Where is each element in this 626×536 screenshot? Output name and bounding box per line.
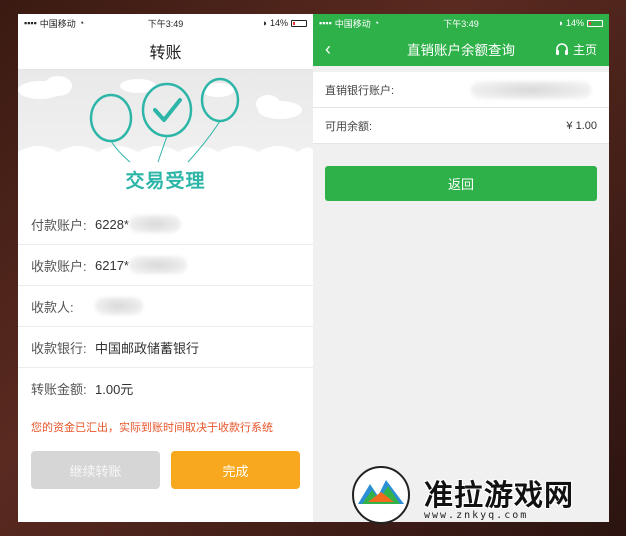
watermark-url: www.znkyq.com [424, 510, 529, 521]
watermark-logo [352, 466, 410, 524]
direct-bank-account-row: 直销银行账户: [313, 72, 609, 108]
home-button[interactable]: 主页 [555, 41, 597, 58]
header-bar: ▪▪▪▪ 中国移动 ◔ 下午3:49 ◑ 14% ‹ 直销账户余额查询 主页 [313, 14, 609, 66]
battery-percent: 14% [565, 18, 584, 28]
wifi-icon: ◔ [373, 18, 380, 28]
carrier-label: 中国移动 [334, 18, 371, 29]
home-label: 主页 [572, 42, 597, 57]
payer-account-value: 6228* [95, 216, 129, 232]
site-watermark: 准拉游戏网 www.znkyq.com [348, 462, 608, 528]
transfer-screen: ▪▪▪▪ 中国移动 ◔ 下午3:49 ◑ 14% 转账 交易受理 付款账户: 6… [18, 14, 313, 522]
redacted-blur [128, 256, 187, 274]
page-title: 转账 [18, 32, 313, 70]
redacted-blur [471, 80, 591, 99]
payee-account-value: 6217* [95, 257, 129, 273]
redacted-blur [128, 215, 181, 233]
payee-account-label: 收款账户: [31, 258, 87, 274]
battery-icon [587, 19, 603, 27]
payee-name-row: 收款人: [18, 286, 313, 327]
payee-account-row: 收款账户: 6217* [18, 245, 313, 286]
amount-row: 转账金额: 1.00元 [18, 368, 313, 409]
return-button[interactable]: 返回 [325, 166, 597, 201]
watermark-text: 准拉游戏网 [424, 478, 575, 512]
headset-icon [555, 43, 568, 55]
done-button[interactable]: 完成 [171, 451, 300, 489]
amount-value: 1.00元 [95, 382, 134, 397]
direct-bank-account-label: 直销银行账户: [325, 84, 395, 97]
alarm-icon: ◑ [261, 18, 267, 28]
payee-bank-value: 中国邮政储蓄银行 [95, 340, 200, 356]
carrier-label: 中国移动 [39, 18, 76, 29]
payer-account-row: 付款账户: 6228* [18, 204, 313, 245]
status-bar: ▪▪▪▪ 中国移动 ◔ 下午3:49 ◑ 14% [18, 14, 313, 32]
signal-icon: ▪▪▪▪ [319, 18, 332, 28]
battery-percent: 14% [269, 18, 288, 28]
balance-query-screen: ▪▪▪▪ 中国移动 ◔ 下午3:49 ◑ 14% ‹ 直销账户余额查询 主页 直… [313, 14, 609, 522]
payee-bank-row: 收款银行: 中国邮政储蓄银行 [18, 327, 313, 368]
account-info-list: 直销银行账户: 可用余额: ¥ 1.00 [313, 72, 609, 144]
payer-account-label: 付款账户: [31, 217, 87, 233]
available-balance-label: 可用余额: [325, 120, 373, 133]
success-banner: 交易受理 [18, 70, 313, 204]
available-balance-row: 可用余额: ¥ 1.00 [313, 108, 609, 144]
back-icon[interactable]: ‹ [325, 39, 345, 60]
signal-icon: ▪▪▪▪ [24, 18, 37, 28]
continue-transfer-button[interactable]: 继续转账 [31, 451, 160, 489]
wifi-icon: ◔ [78, 18, 85, 28]
redacted-blur [95, 297, 143, 315]
status-title: 交易受理 [125, 171, 206, 192]
status-bar: ▪▪▪▪ 中国移动 ◔ 下午3:49 ◑ 14% [313, 14, 609, 32]
transfer-notice: 您的资金已汇出，实际到账时间取决于收款行系统 [31, 422, 273, 434]
payee-name-label: 收款人: [31, 299, 74, 315]
amount-label: 转账金额: [31, 382, 87, 397]
battery-icon [291, 19, 307, 27]
payee-bank-label: 收款银行: [31, 340, 87, 356]
alarm-icon: ◑ [557, 18, 563, 28]
available-balance-value: ¥ 1.00 [566, 119, 597, 132]
